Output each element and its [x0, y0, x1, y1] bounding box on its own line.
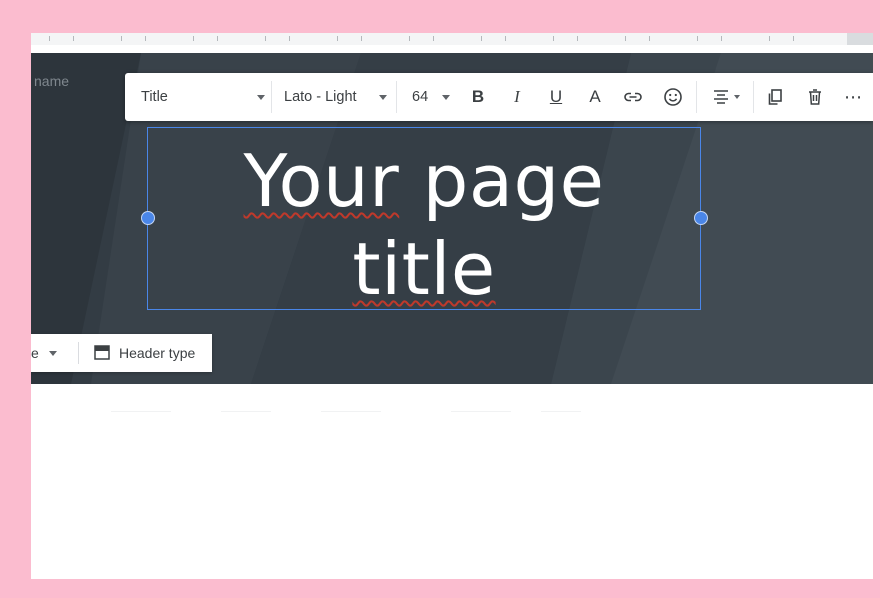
- header-type-button[interactable]: Header type: [119, 345, 195, 361]
- duplicate-icon[interactable]: [765, 87, 785, 107]
- text-style-dropdown[interactable]: Title: [141, 73, 168, 121]
- chevron-down-icon[interactable]: [49, 351, 57, 356]
- page-title[interactable]: Your page title: [147, 137, 701, 313]
- text-color-icon[interactable]: A: [585, 87, 605, 107]
- header-options-bar: e Header type: [31, 334, 212, 372]
- font-value: Lato - Light: [284, 89, 357, 105]
- sites-editor-canvas: name Title Lato - Light 64 B I U A ⋯ You…: [31, 33, 873, 579]
- header-type-icon[interactable]: [94, 345, 110, 360]
- font-dropdown[interactable]: Lato - Light: [284, 73, 357, 121]
- title-word-your: Your: [243, 139, 400, 223]
- page-header-banner[interactable]: name Title Lato - Light 64 B I U A ⋯ You…: [31, 53, 873, 384]
- delete-icon[interactable]: [805, 87, 825, 107]
- underline-icon[interactable]: U: [546, 87, 566, 107]
- title-word-page: page: [399, 139, 605, 223]
- align-center-icon[interactable]: [711, 87, 731, 107]
- italic-icon[interactable]: I: [507, 87, 527, 107]
- chevron-down-icon[interactable]: [257, 95, 265, 100]
- bold-icon[interactable]: B: [468, 87, 488, 107]
- page-body-section[interactable]: [31, 384, 873, 579]
- chevron-down-icon[interactable]: [442, 95, 450, 100]
- theme-dropdown-label[interactable]: e: [31, 345, 39, 361]
- chevron-down-icon[interactable]: [734, 95, 740, 99]
- emoji-icon[interactable]: [663, 87, 683, 107]
- link-icon[interactable]: [623, 87, 643, 107]
- text-style-value: Title: [141, 89, 168, 105]
- text-format-toolbar: Title Lato - Light 64 B I U A ⋯: [125, 73, 873, 121]
- title-word-title: title: [352, 227, 496, 311]
- site-name[interactable]: name: [34, 73, 69, 89]
- ruler-scroll-end: [847, 33, 873, 45]
- font-size-value: 64: [412, 89, 429, 105]
- chevron-down-icon[interactable]: [379, 95, 387, 100]
- more-icon[interactable]: ⋯: [843, 87, 863, 107]
- font-size-dropdown[interactable]: 64: [412, 73, 428, 121]
